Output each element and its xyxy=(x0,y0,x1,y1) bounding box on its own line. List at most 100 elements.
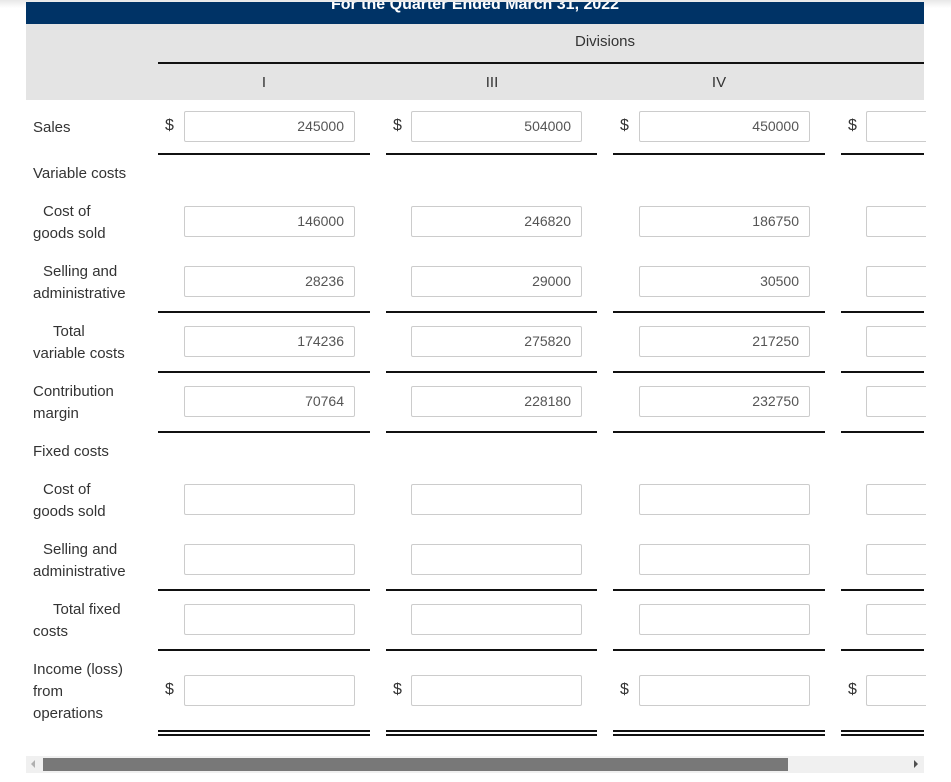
row-label-variable-costs: Variable costs xyxy=(33,165,127,182)
row-label-fixed-cogs: Cost of goods sold xyxy=(33,479,106,523)
fixed-sa-underline xyxy=(158,589,370,591)
label-line: goods sold xyxy=(33,225,106,242)
contribution-underline xyxy=(841,431,924,433)
label-line: Total fixed xyxy=(53,601,121,618)
label-line: goods sold xyxy=(33,503,106,520)
var-cogs-input-v[interactable] xyxy=(866,206,926,237)
row-label-fixed-selling-admin: Selling and administrative xyxy=(33,539,126,583)
income-input-iii[interactable] xyxy=(411,675,582,706)
fixed-sa-input-iii[interactable] xyxy=(411,544,582,575)
scroll-left-arrow-icon[interactable] xyxy=(31,760,35,768)
dollar-sign: $ xyxy=(393,681,402,698)
var-sa-input-iv[interactable]: 30500 xyxy=(639,266,810,297)
contribution-input-iii[interactable]: 228180 xyxy=(411,386,582,417)
total-fixed-underline xyxy=(613,649,825,651)
label-line: Selling and xyxy=(43,541,118,558)
income-double-underline xyxy=(386,730,597,736)
total-var-underline xyxy=(386,371,597,373)
label-line: Cost of xyxy=(43,203,91,220)
total-var-input-i[interactable]: 174236 xyxy=(184,326,355,357)
fixed-sa-underline xyxy=(386,589,597,591)
column-header-i: I xyxy=(261,74,267,91)
label-line: Selling and xyxy=(43,263,118,280)
income-input-i[interactable] xyxy=(184,675,355,706)
sales-input-iii[interactable]: 504000 xyxy=(411,111,582,142)
var-sa-underline xyxy=(841,311,924,313)
scrollbar-thumb[interactable] xyxy=(43,758,788,771)
horizontal-scrollbar[interactable] xyxy=(26,756,924,773)
fixed-sa-underline xyxy=(841,589,924,591)
total-fixed-underline xyxy=(841,649,924,651)
label-line: administrative xyxy=(33,285,126,302)
label-line: Income (loss) xyxy=(33,661,124,678)
dollar-sign: $ xyxy=(393,117,402,134)
fixed-sa-underline xyxy=(613,589,825,591)
fixed-cogs-input-iii[interactable] xyxy=(411,484,582,515)
sales-input-v[interactable] xyxy=(866,111,926,142)
income-input-v[interactable] xyxy=(866,675,926,706)
dollar-sign: $ xyxy=(848,681,857,698)
row-label-income-from-operations: Income (loss) from operations xyxy=(33,659,123,725)
income-double-underline xyxy=(841,730,924,736)
fixed-cogs-input-i[interactable] xyxy=(184,484,355,515)
statement-period-title: For the Quarter Ended March 31, 2022 xyxy=(330,2,620,13)
divisions-underline xyxy=(158,62,924,64)
column-header-iii: III xyxy=(485,74,499,91)
dollar-sign: $ xyxy=(165,117,174,134)
total-var-underline xyxy=(158,371,370,373)
sales-underline xyxy=(841,153,924,155)
income-input-iv[interactable] xyxy=(639,675,810,706)
var-sa-underline xyxy=(386,311,597,313)
sales-input-iv[interactable]: 450000 xyxy=(639,111,810,142)
sales-input-i[interactable]: 245000 xyxy=(184,111,355,142)
contribution-input-iv[interactable]: 232750 xyxy=(639,386,810,417)
sales-underline xyxy=(158,153,370,155)
fixed-cogs-input-v[interactable] xyxy=(866,484,926,515)
contribution-input-v[interactable] xyxy=(866,386,926,417)
row-label-fixed-costs: Fixed costs xyxy=(33,443,109,460)
var-sa-underline xyxy=(158,311,370,313)
total-var-input-iv[interactable]: 217250 xyxy=(639,326,810,357)
row-label-sales: Sales xyxy=(33,119,71,136)
fixed-sa-input-v[interactable] xyxy=(866,544,926,575)
total-fixed-input-iv[interactable] xyxy=(639,604,810,635)
scroll-right-arrow-icon[interactable] xyxy=(914,760,918,768)
fixed-sa-input-iv[interactable] xyxy=(639,544,810,575)
var-cogs-input-iii[interactable]: 246820 xyxy=(411,206,582,237)
sales-underline xyxy=(386,153,597,155)
fixed-cogs-input-iv[interactable] xyxy=(639,484,810,515)
total-var-underline xyxy=(613,371,825,373)
label-line: operations xyxy=(33,705,104,722)
contribution-underline xyxy=(386,431,597,433)
total-var-input-v[interactable] xyxy=(866,326,926,357)
row-label-contribution-margin: Contribution margin xyxy=(33,381,114,425)
total-var-underline xyxy=(841,371,924,373)
label-line: from xyxy=(33,683,63,700)
label-line: costs xyxy=(33,623,69,640)
divisions-header: Divisions xyxy=(574,33,635,50)
total-fixed-input-v[interactable] xyxy=(866,604,926,635)
var-sa-underline xyxy=(613,311,825,313)
label-line: variable costs xyxy=(33,345,125,362)
label-line: margin xyxy=(33,405,79,422)
var-cogs-input-iv[interactable]: 186750 xyxy=(639,206,810,237)
contribution-input-i[interactable]: 70764 xyxy=(184,386,355,417)
total-fixed-input-i[interactable] xyxy=(184,604,355,635)
row-label-total-variable-costs: Total variable costs xyxy=(33,321,125,365)
row-label-variable-selling-admin: Selling and administrative xyxy=(33,261,126,305)
sales-underline xyxy=(613,153,825,155)
label-line: administrative xyxy=(33,563,126,580)
var-cogs-input-i[interactable]: 146000 xyxy=(184,206,355,237)
contribution-underline xyxy=(613,431,825,433)
var-sa-input-v[interactable] xyxy=(866,266,926,297)
fixed-sa-input-i[interactable] xyxy=(184,544,355,575)
statement-title-band: For the Quarter Ended March 31, 2022 xyxy=(26,2,924,24)
var-sa-input-iii[interactable]: 29000 xyxy=(411,266,582,297)
label-line: Total xyxy=(53,323,85,340)
row-label-variable-cogs: Cost of goods sold xyxy=(33,201,106,245)
total-var-input-iii[interactable]: 275820 xyxy=(411,326,582,357)
dollar-sign: $ xyxy=(620,117,629,134)
total-fixed-input-iii[interactable] xyxy=(411,604,582,635)
var-sa-input-i[interactable]: 28236 xyxy=(184,266,355,297)
contribution-underline xyxy=(158,431,370,433)
